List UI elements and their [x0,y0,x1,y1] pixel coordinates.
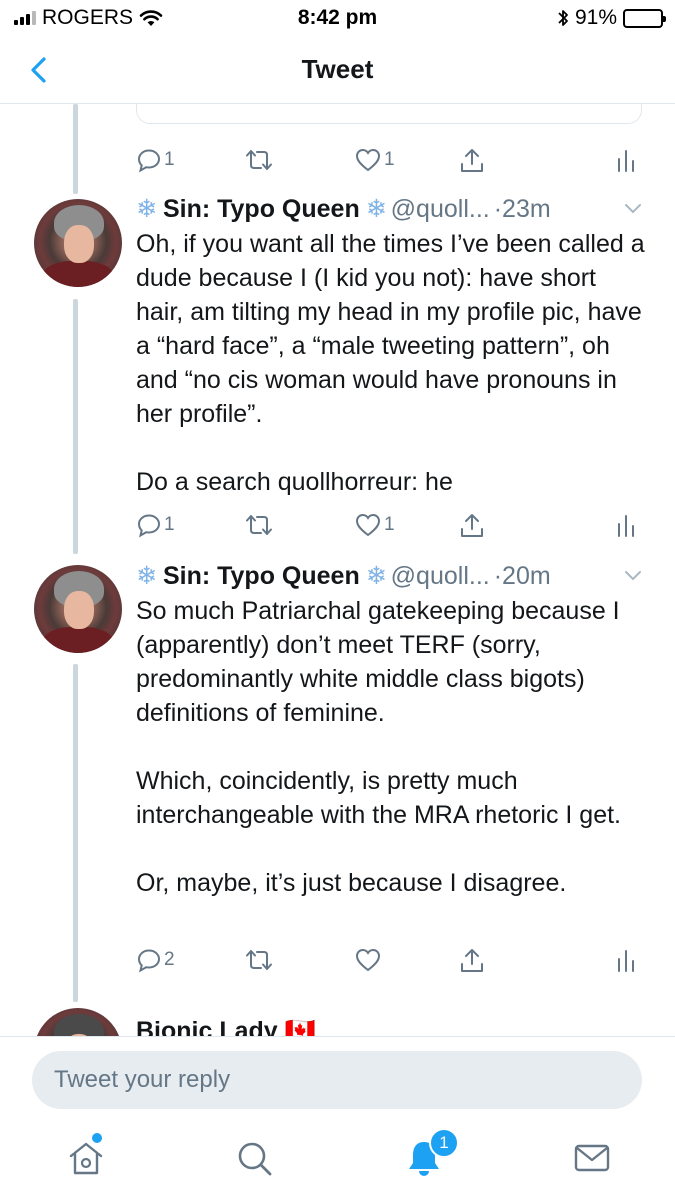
analytics-button[interactable] [616,147,636,173]
like-count: 1 [384,514,395,535]
tweet-text: Oh, if you want all the times I’ve been … [136,230,645,496]
heart-icon [355,148,381,172]
retweet-icon [246,950,272,970]
retweet-button[interactable] [244,512,274,538]
analytics-icon [618,515,634,537]
battery-icon [623,8,666,28]
reply-icon [137,514,161,538]
snowflake-icon: ❄ [136,562,157,590]
chevron-down-icon[interactable] [622,197,644,219]
retweet-button[interactable] [244,147,274,173]
reply-input[interactable] [32,1051,642,1109]
heart-icon [355,513,381,537]
chevron-down-icon[interactable] [622,564,644,586]
share-button[interactable] [458,947,486,975]
retweet-icon [246,150,272,170]
home-icon[interactable] [64,1136,108,1180]
tweet-thread[interactable]: 1 1 ❄ Sin: Typo Queen ❄ @quoll... ·23m O… [0,104,675,1036]
tweet-text: So much Patriarchal gatekeeping because … [136,597,621,897]
retweet-icon [246,515,272,535]
thread-line [73,664,78,1002]
search-icon[interactable] [232,1136,276,1180]
avatar[interactable] [34,199,122,287]
like-button[interactable]: 1 [354,512,395,538]
avatar[interactable] [34,1008,122,1036]
like-button[interactable] [354,947,384,973]
tweet-time: ·23m [493,194,551,223]
reply-button[interactable]: 2 [136,947,175,973]
user-handle[interactable]: @quoll... [391,195,490,224]
analytics-button[interactable] [616,512,636,538]
user-handle[interactable]: @quoll... [391,562,490,591]
reply-icon [137,949,161,973]
share-button[interactable] [458,512,486,540]
notifications-badge: 1 [429,1128,459,1158]
bluetooth-icon [558,10,568,26]
mail-icon[interactable] [570,1136,614,1180]
share-icon [461,149,483,172]
tweet-header: ❄ Sin: Typo Queen ❄ @quoll... ·20m [136,560,656,592]
retweet-button[interactable] [244,947,274,973]
share-icon [461,514,483,537]
quoted-tweet-card[interactable] [136,104,642,124]
tweet-actions: 1 1 [136,512,642,542]
reply-count: 2 [164,949,175,970]
analytics-icon [618,150,634,172]
reply-bar [0,1036,675,1124]
battery-percent: 91% [574,6,617,29]
status-bar: ROGERS 8:42 pm 91% [0,0,675,38]
snowflake-icon: ❄ [365,195,387,223]
reply-button[interactable]: 1 [136,147,175,173]
analytics-icon [618,950,634,972]
tweet-actions: 2 [136,947,642,977]
new-content-dot [92,1133,102,1143]
like-button[interactable]: 1 [354,147,395,173]
nav-bar: Tweet [0,38,675,104]
avatar[interactable] [34,565,122,653]
display-name[interactable]: Sin: Typo Queen [163,195,360,224]
status-right: 91% [557,6,666,30]
reply-button[interactable]: 1 [136,512,175,538]
page-title: Tweet [301,54,374,84]
snowflake-icon: ❄ [365,562,387,590]
thread-line [73,104,78,194]
like-count: 1 [384,149,395,170]
tweet-actions: 1 1 [136,147,642,177]
thread-line [73,299,78,554]
heart-icon [355,948,381,972]
reply-count: 1 [164,514,175,535]
tweet-time: ·20m [493,561,551,590]
analytics-button[interactable] [616,947,636,973]
share-button[interactable] [458,147,486,175]
share-icon [461,949,483,972]
snowflake-icon: ❄ [136,195,157,223]
tweet-header: ❄ Sin: Typo Queen ❄ @quoll... ·23m [136,193,656,225]
reply-icon [137,149,161,173]
display-name[interactable]: Sin: Typo Queen [163,562,360,591]
display-name[interactable]: Bionic Lady 🇨🇦 [136,1017,316,1036]
reply-count: 1 [164,149,175,170]
